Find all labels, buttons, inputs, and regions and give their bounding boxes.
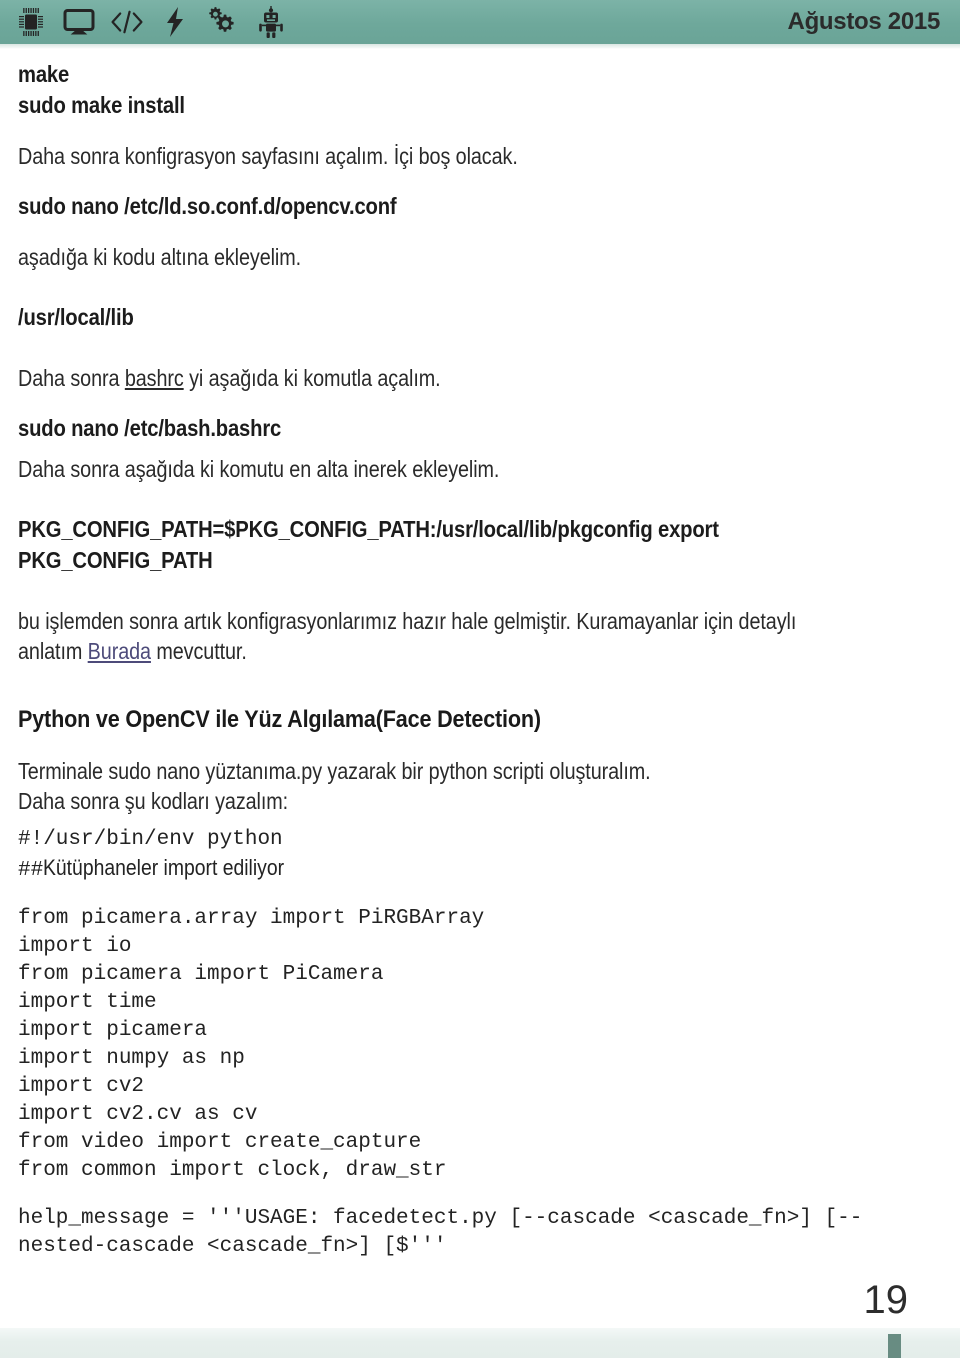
page-header: Ağustos 2015 <box>0 0 960 44</box>
header-icon-row <box>14 5 288 39</box>
code-brackets-icon <box>110 5 144 39</box>
monitor-icon <box>62 5 96 39</box>
issue-date: Ağustos 2015 <box>787 8 941 35</box>
chip-icon <box>14 5 48 39</box>
burada-link[interactable]: Burada <box>88 638 151 664</box>
command-nano-bash-bashrc: sudo nano /etc/bash.bashrc <box>18 415 282 441</box>
code-shebang: #!/usr/bin/env python <box>18 828 283 851</box>
article-body: make sudo make install Daha sonra konfig… <box>0 49 960 1261</box>
command-make: make sudo make install <box>18 61 185 118</box>
footer-tick-mark <box>888 1334 901 1358</box>
page-number: 19 <box>863 1278 909 1322</box>
code-imports-block: from picamera.array import PiRGBArray im… <box>18 907 485 1182</box>
code-comment-libraries: ##Kütüphaneler import ediliyor <box>18 854 930 885</box>
paragraph-terminal-script: Terminale sudo nano yüztanıma.py yazarak… <box>18 758 651 814</box>
paragraph-config-done: bu işlemden sonra artık konfigrasyonları… <box>18 606 802 666</box>
paragraph-config-done-suffix: mevcuttur. <box>150 638 247 664</box>
code-help-message: help_message = '''USAGE: facedetect.py [… <box>18 1207 863 1258</box>
command-usr-local-lib: /usr/local/lib <box>18 304 134 330</box>
paragraph-config-page: Daha sonra konfigrasyon sayfasını açalım… <box>18 143 518 169</box>
paragraph-bashrc-suffix: yi aşağıda ki komutla açalım. <box>183 365 441 391</box>
comment-hash-marks: ## <box>18 859 44 882</box>
paragraph-bashrc-prefix: Daha sonra <box>18 365 125 391</box>
page-footer <box>0 1328 960 1358</box>
comment-text: Kütüphaneler import ediliyor <box>43 855 285 880</box>
command-pkg-config-path: PKG_CONFIG_PATH=$PKG_CONFIG_PATH:/usr/lo… <box>18 516 725 573</box>
paragraph-bashrc: Daha sonra bashrc yi aşağıda ki komutla … <box>18 363 802 393</box>
section-heading-face-detection: Python ve OpenCV ile Yüz Algılama(Face D… <box>18 706 541 733</box>
paragraph-add-bottom: Daha sonra aşağıda ki komutu en alta ine… <box>18 456 500 482</box>
command-nano-opencv-conf: sudo nano /etc/ld.so.conf.d/opencv.conf <box>18 193 397 219</box>
paragraph-add-code-below: aşadığa ki kodu altına ekleyelim. <box>18 244 302 270</box>
bashrc-link[interactable]: bashrc <box>125 365 184 391</box>
gears-icon <box>206 5 240 39</box>
lightning-bolt-icon <box>158 5 192 39</box>
robot-icon <box>254 5 288 39</box>
